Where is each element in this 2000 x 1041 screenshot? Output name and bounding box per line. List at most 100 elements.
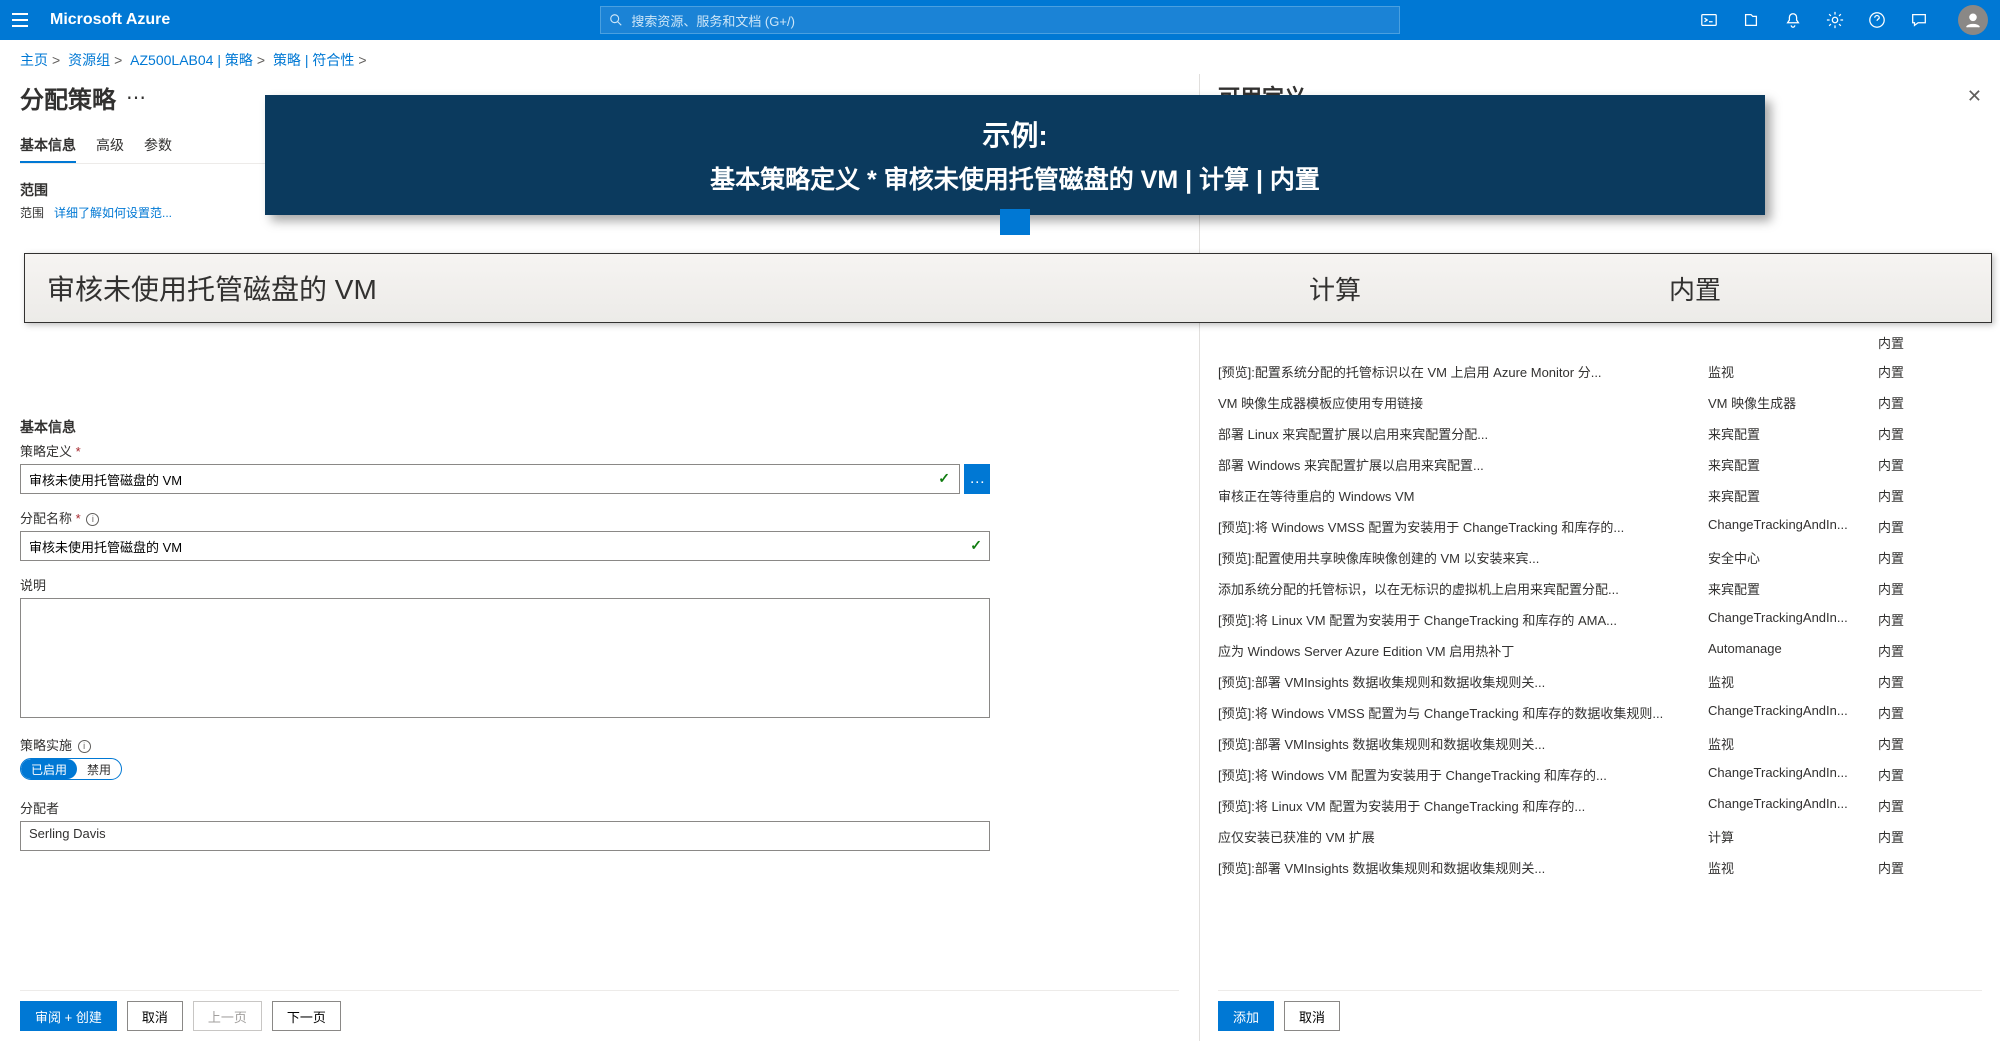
cloud-shell-icon[interactable] (1698, 9, 1720, 31)
definition-name: 部署 Linux 来宾配置扩展以启用来宾配置分配... (1218, 424, 1708, 443)
selected-definition-row[interactable]: 审核未使用托管磁盘的 VM 计算 内置 (24, 253, 1992, 323)
definition-name: [预览]:将 Windows VMSS 配置为与 ChangeTracking … (1218, 703, 1708, 722)
definition-row[interactable]: 应为 Windows Server Azure Edition VM 启用热补丁… (1218, 635, 1982, 666)
definition-row[interactable]: [预览]:部署 VMInsights 数据收集规则和数据收集规则关...监视内置 (1218, 852, 1982, 883)
search-placeholder: 搜索资源、服务和文档 (G+/) (631, 11, 795, 30)
definition-category: 监视 (1708, 858, 1878, 877)
info-icon[interactable]: i (86, 513, 99, 526)
definition-row[interactable]: 部署 Windows 来宾配置扩展以启用来宾配置...来宾配置内置 (1218, 449, 1982, 480)
directories-icon[interactable] (1740, 9, 1762, 31)
search-icon (609, 13, 623, 27)
definition-row[interactable]: [预览]:将 Linux VM 配置为安装用于 ChangeTracking 和… (1218, 790, 1982, 821)
definition-type: 内置 (1878, 610, 1938, 629)
breadcrumb-policy[interactable]: 策略 | 符合性 (273, 52, 354, 68)
settings-icon[interactable] (1824, 9, 1846, 31)
definition-type: 内置 (1878, 579, 1938, 598)
callout-title: 示例: (982, 114, 1047, 154)
definition-category: ChangeTrackingAndIn... (1708, 610, 1878, 629)
definition-name: [预览]:配置使用共享映像库映像创建的 VM 以安装来宾... (1218, 548, 1708, 567)
enforcement-disabled[interactable]: 禁用 (77, 759, 121, 779)
tab-advanced[interactable]: 高级 (96, 129, 124, 163)
definition-row[interactable]: [预览]:将 Windows VMSS 配置为安装用于 ChangeTracki… (1218, 511, 1982, 542)
close-icon[interactable]: ✕ (1967, 86, 1982, 107)
definition-name: [预览]:部署 VMInsights 数据收集规则和数据收集规则关... (1218, 672, 1708, 691)
definition-category: 来宾配置 (1708, 455, 1878, 474)
definition-row[interactable]: [预览]:配置系统分配的托管标识以在 VM 上启用 Azure Monitor … (1218, 356, 1982, 387)
definition-row[interactable]: [预览]:部署 VMInsights 数据收集规则和数据收集规则关...监视内置 (1218, 666, 1982, 697)
definition-row[interactable]: 应仅安装已获准的 VM 扩展计算内置 (1218, 821, 1982, 852)
assignment-name-input[interactable] (20, 531, 990, 561)
definition-type: 内置 (1878, 672, 1938, 691)
tab-basics[interactable]: 基本信息 (20, 129, 76, 163)
definition-row[interactable]: VM 映像生成器模板应使用专用链接VM 映像生成器内置 (1218, 387, 1982, 418)
definition-category: ChangeTrackingAndIn... (1708, 703, 1878, 722)
definition-type: 内置 (1878, 734, 1938, 753)
definition-row[interactable]: [预览]:将 Linux VM 配置为安装用于 ChangeTracking 和… (1218, 604, 1982, 635)
review-create-button[interactable]: 审阅 + 创建 (20, 1001, 117, 1031)
scope-learn-more-link[interactable]: 详细了解如何设置范... (54, 204, 172, 221)
definition-row[interactable]: [预览]:将 Windows VM 配置为安装用于 ChangeTracking… (1218, 759, 1982, 790)
definition-row[interactable]: [预览]:部署 VMInsights 数据收集规则和数据收集规则关...监视内置 (1218, 728, 1982, 759)
next-button[interactable]: 下一页 (272, 1001, 341, 1031)
tab-parameters[interactable]: 参数 (144, 129, 172, 163)
more-actions-icon[interactable]: ⋯ (126, 85, 146, 110)
basics-section-title: 基本信息 (20, 417, 1179, 437)
assigned-by-label: 分配者 (20, 798, 1179, 817)
help-icon[interactable] (1866, 9, 1888, 31)
valid-check-icon: ✓ (970, 537, 982, 554)
definition-type: 内置 (1878, 827, 1938, 846)
definition-category: Automanage (1708, 641, 1878, 660)
definition-row[interactable]: 审核正在等待重启的 Windows VM来宾配置内置 (1218, 480, 1982, 511)
definition-name: 部署 Windows 来宾配置扩展以启用来宾配置... (1218, 455, 1708, 474)
selected-definition-category: 计算 (1309, 270, 1669, 307)
definition-name: [预览]:将 Linux VM 配置为安装用于 ChangeTracking 和… (1218, 796, 1708, 815)
definition-type: 内置 (1878, 858, 1938, 877)
breadcrumb-home[interactable]: 主页 (20, 52, 48, 68)
definition-type: 内置 (1878, 765, 1938, 784)
assignment-name-label: 分配名称 i (20, 508, 1179, 527)
definition-row[interactable]: [预览]:配置使用共享映像库映像创建的 VM 以安装来宾...安全中心内置 (1218, 542, 1982, 573)
definition-type: 内置 (1878, 641, 1938, 660)
enforcement-enabled[interactable]: 已启用 (21, 759, 77, 779)
previous-button: 上一页 (193, 1001, 262, 1031)
definition-name: [预览]:部署 VMInsights 数据收集规则和数据收集规则关... (1218, 734, 1708, 753)
definition-name: 应仅安装已获准的 VM 扩展 (1218, 827, 1708, 846)
description-textarea[interactable] (20, 598, 990, 718)
brand-name: Microsoft Azure (50, 11, 170, 29)
breadcrumb-rg[interactable]: 资源组 (68, 52, 110, 68)
definition-category: ChangeTrackingAndIn... (1708, 765, 1878, 784)
assigned-by-value: Serling Davis (20, 821, 990, 851)
browse-definition-button[interactable]: … (964, 464, 990, 494)
definition-name: [预览]:将 Linux VM 配置为安装用于 ChangeTracking 和… (1218, 610, 1708, 629)
feedback-icon[interactable] (1908, 9, 1930, 31)
definition-name: [预览]:配置系统分配的托管标识以在 VM 上启用 Azure Monitor … (1218, 362, 1708, 381)
available-definitions-panel: 可用定义 ✕ 类型 内置 [预览]:配置系统分配的托管标识以在 VM 上启用 A… (1200, 74, 2000, 1041)
definition-name: [预览]:将 Windows VM 配置为安装用于 ChangeTracking… (1218, 765, 1708, 784)
cancel-button[interactable]: 取消 (127, 1001, 183, 1031)
breadcrumb: 主页> 资源组> AZ500LAB04 | 策略> 策略 | 符合性> (0, 40, 2000, 74)
definition-row[interactable]: [预览]:将 Windows VMSS 配置为与 ChangeTracking … (1218, 697, 1982, 728)
definition-category: 安全中心 (1708, 548, 1878, 567)
definition-row[interactable]: 添加系统分配的托管标识，以在无标识的虚拟机上启用来宾配置分配...来宾配置内置 (1218, 573, 1982, 604)
info-icon[interactable]: i (78, 740, 91, 753)
add-button[interactable]: 添加 (1218, 1001, 1274, 1031)
definition-row[interactable]: 部署 Linux 来宾配置扩展以启用来宾配置分配...来宾配置内置 (1218, 418, 1982, 449)
cancel-definition-button[interactable]: 取消 (1284, 1001, 1340, 1031)
scope-label: 范围 (20, 204, 44, 221)
policy-definition-input[interactable] (20, 464, 960, 494)
definitions-table: 类型 内置 [预览]:配置系统分配的托管标识以在 VM 上启用 Azure Mo… (1218, 300, 1982, 883)
user-avatar[interactable] (1958, 5, 1988, 35)
instruction-callout: 示例: 基本策略定义 * 审核未使用托管磁盘的 VM | 计算 | 内置 (265, 95, 1765, 215)
definition-category: 来宾配置 (1708, 486, 1878, 505)
definition-name: VM 映像生成器模板应使用专用链接 (1218, 393, 1708, 412)
left-footer: 审阅 + 创建 取消 上一页 下一页 (20, 990, 1179, 1031)
menu-icon[interactable] (12, 8, 36, 32)
definition-type: 内置 (1878, 455, 1938, 474)
description-label: 说明 (20, 575, 1179, 594)
enforcement-toggle[interactable]: 已启用 禁用 (20, 758, 122, 780)
global-search-input[interactable]: 搜索资源、服务和文档 (G+/) (600, 6, 1400, 34)
notifications-icon[interactable] (1782, 9, 1804, 31)
definition-category: 来宾配置 (1708, 579, 1878, 598)
callout-text: 基本策略定义 * 审核未使用托管磁盘的 VM | 计算 | 内置 (710, 160, 1320, 196)
breadcrumb-lab[interactable]: AZ500LAB04 | 策略 (130, 52, 253, 68)
